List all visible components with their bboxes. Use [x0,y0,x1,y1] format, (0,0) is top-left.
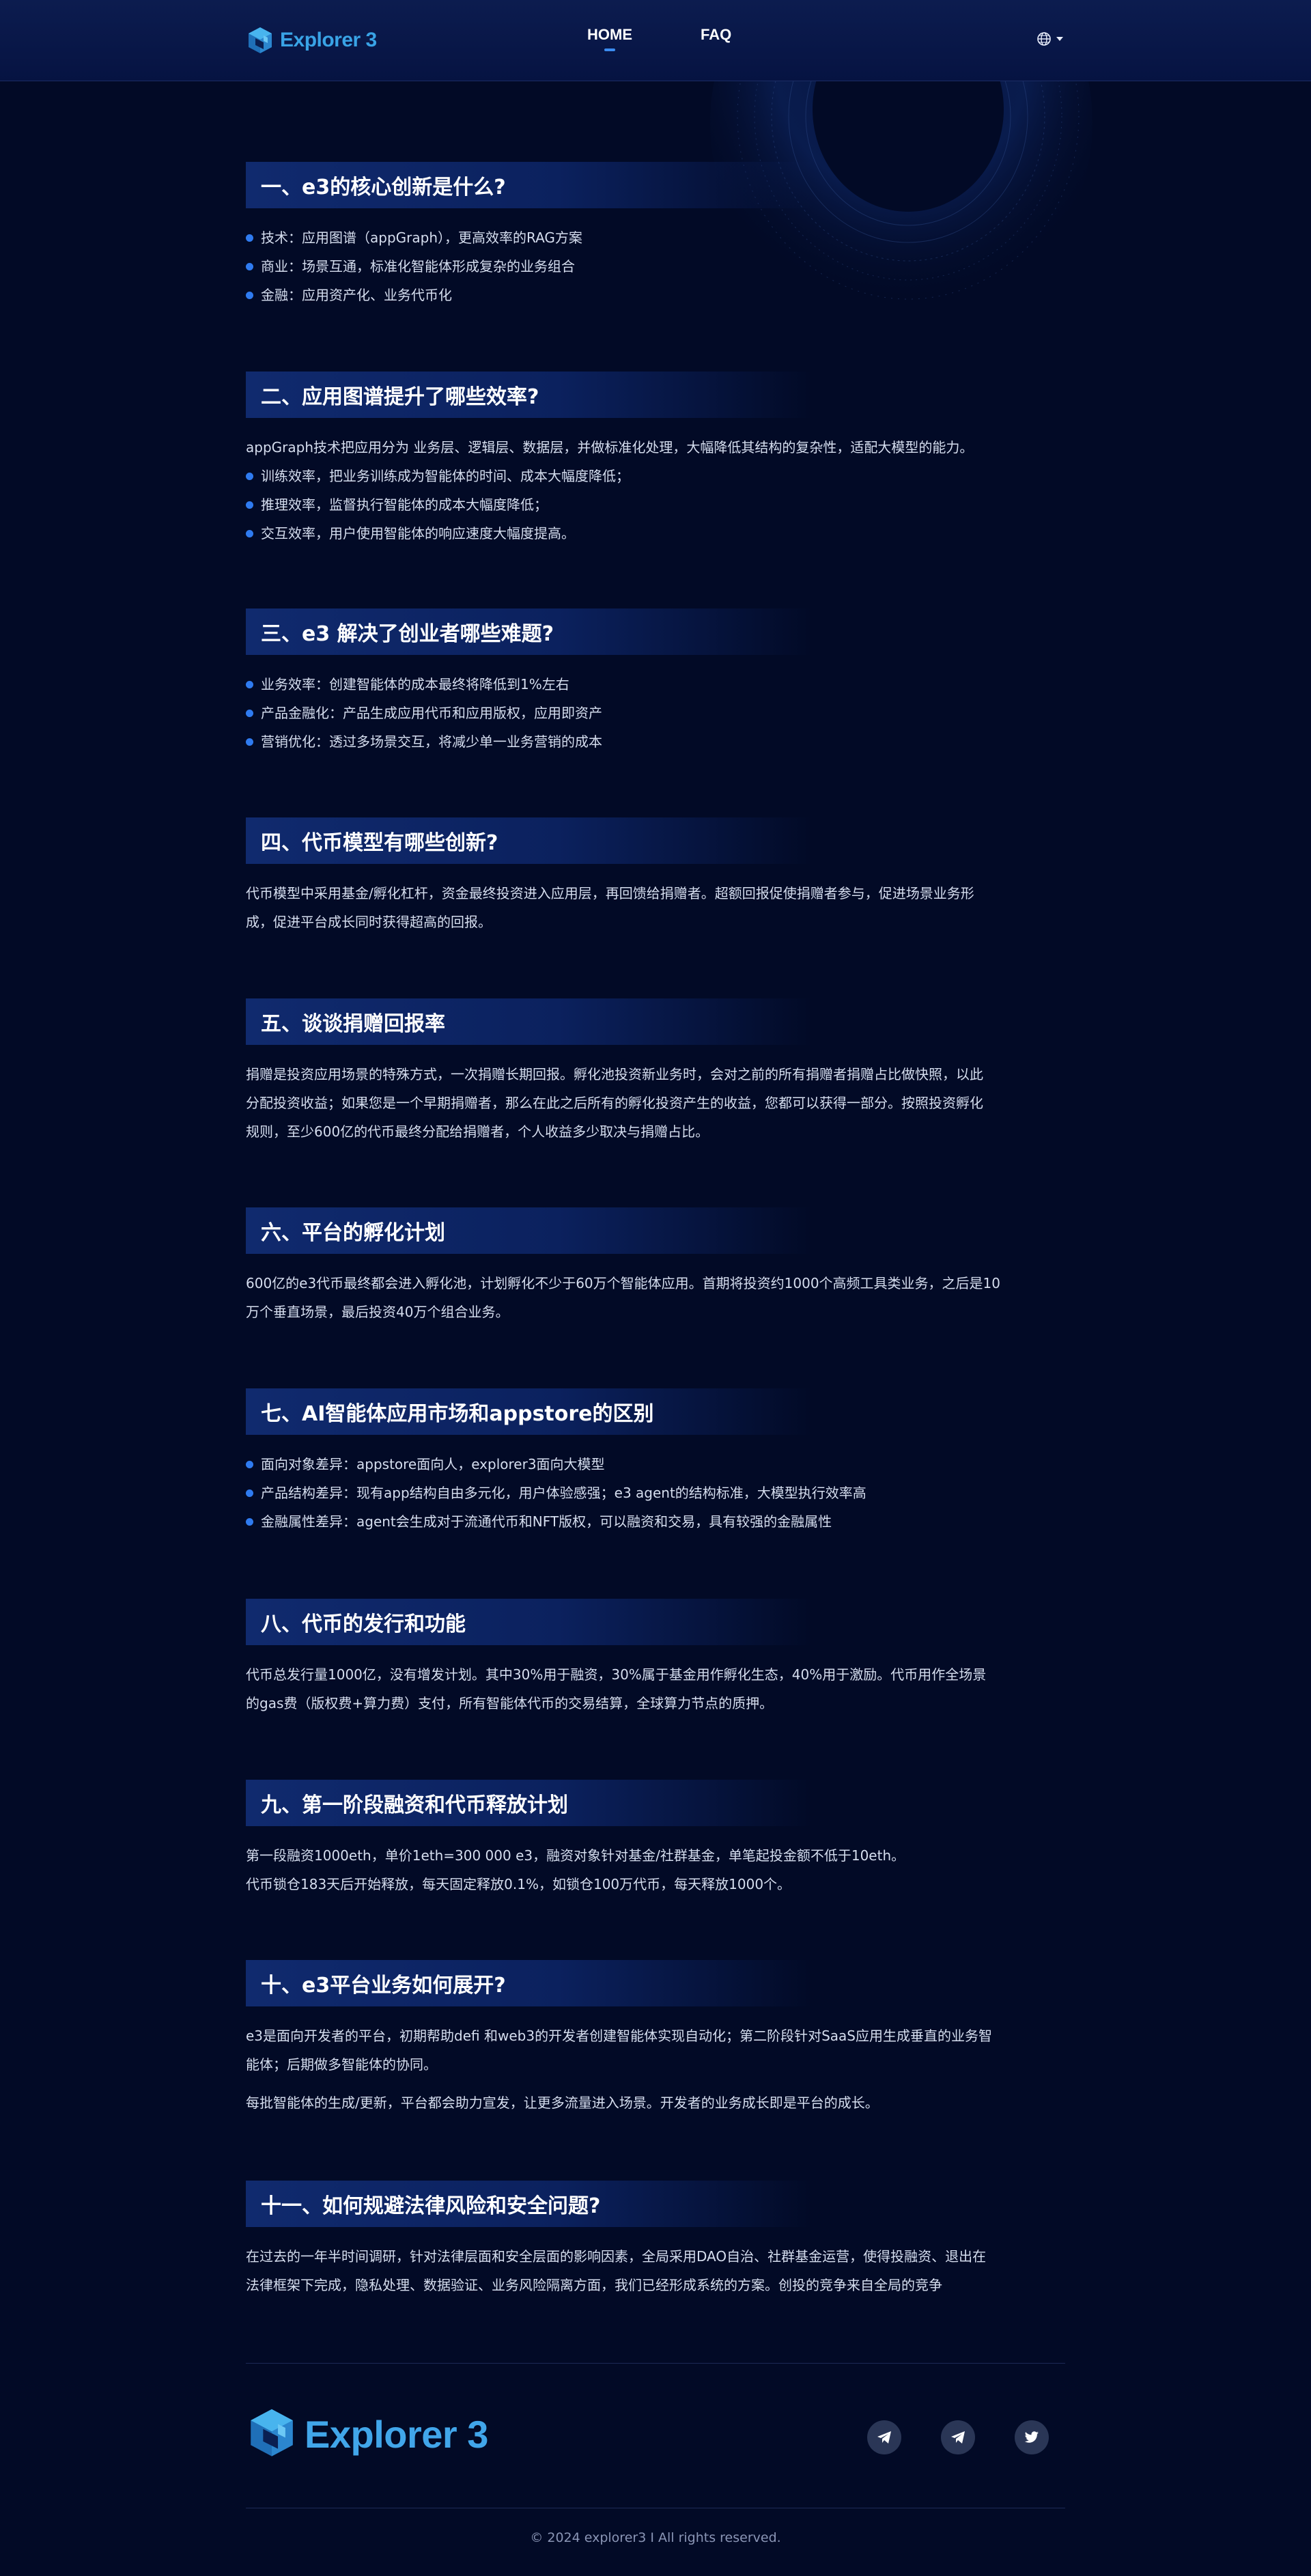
paragraph-line: e3是面向开发者的平台，初期帮助defi 和web3的开发者创建智能体实现自动化… [246,2028,992,2044]
telegram-icon [877,2431,891,2444]
faq-section: 五、谈谈捐赠回报率 捐赠是投资应用场景的特殊方式，一次捐赠长期回报。孵化池投资新… [246,998,1065,1146]
bullet-list: 面向对象差异：appstore面向人，explorer3面向大模型 产品结构差异… [246,1450,1065,1536]
language-switcher[interactable] [1037,31,1064,46]
faq-section: 九、第一阶段融资和代币释放计划 第一段融资1000eth，单价1eth=300 … [246,1780,1065,1899]
bullet-item: 交互效率，用户使用智能体的响应速度大幅度提高。 [246,519,1065,548]
nav-active-indicator [604,48,615,51]
faq-section: 六、平台的孵化计划 600亿的e3代币最终都会进入孵化池，计划孵化不少于60万个… [246,1207,1065,1326]
telegram-icon [951,2431,965,2444]
paragraph-line: 能体；后期做多智能体的协同。 [246,2056,437,2073]
paragraph-line: 第一段融资1000eth，单价1eth=300 000 e3，融资对象针对基金/… [246,1847,905,1864]
faq-section: 十一、如何规避法律风险和安全问题? 在过去的一年半时间调研，针对法律层面和安全层… [246,2181,1065,2299]
faq-section: 三、e3 解决了创业者哪些难题? 业务效率：创建智能体的成本最终将降低到1%左右… [246,608,1065,756]
paragraph-line: 每批智能体的生成/更新，平台都会助力宣发，让更多流量进入场景。开发者的业务成长即… [246,2095,879,2111]
bullet-item: 金融属性差异：agent会生成对于流通代币和NFT版权，可以融资和交易，具有较强… [246,1507,1065,1536]
cube-logo-icon [251,2409,293,2456]
paragraph-line: 成，促进平台成长同时获得超高的回报。 [246,914,492,930]
section-title: 六、平台的孵化计划 [246,1207,813,1254]
section-title: 十一、如何规避法律风险和安全问题? [246,2181,813,2227]
telegram-link[interactable] [941,2420,975,2454]
bullet-list: 训练效率，把业务训练成为智能体的时间、成本大幅度降低； 推理效率，监督执行智能体… [246,462,1065,548]
paragraph-line: 代币模型中采用基金/孵化杠杆，资金最终投资进入应用层，再回馈给捐赠者。超额回报促… [246,885,974,901]
bullet-list: 业务效率：创建智能体的成本最终将降低到1%左右 产品金融化：产品生成应用代币和应… [246,670,1065,756]
paragraph-line: 600亿的e3代币最终都会进入孵化池，计划孵化不少于60万个智能体应用。首期将投… [246,1275,1000,1291]
faq-section: 七、AI智能体应用市场和appstore的区别 面向对象差异：appstore面… [246,1388,1065,1536]
bullet-item: 训练效率，把业务训练成为智能体的时间、成本大幅度降低； [246,462,1065,490]
paragraph-line: 法律框架下完成，隐私处理、数据验证、业务风险隔离方面，我们已经形成系统的方案。创… [246,2277,942,2293]
caret-down-icon [1056,37,1063,41]
bullet-item: 面向对象差异：appstore面向人，explorer3面向大模型 [246,1450,1065,1479]
paragraph-line: 的gas费（版权费+算力费）支付，所有智能体代币的交易结算，全球算力节点的质押。 [246,1695,774,1711]
paragraph: appGraph技术把应用分为 业务层、逻辑层、数据层，并做标准化处理，大幅降低… [246,439,974,456]
paragraph-line: 在过去的一年半时间调研，针对法律层面和安全层面的影响因素，全局采用DAO自治、社… [246,2248,987,2265]
faq-section: 八、代币的发行和功能 代币总发行量1000亿，没有增发计划。其中30%用于融资，… [246,1599,1065,1718]
bullet-item: 技术：应用图谱（appGraph），更高效率的RAG方案 [246,223,1065,252]
nav-home-label: HOME [587,26,632,43]
telegram-link[interactable] [867,2420,901,2454]
cube-logo-icon [249,27,272,53]
section-title: 四、代币模型有哪些创新? [246,817,813,864]
faq-section: 四、代币模型有哪些创新? 代币模型中采用基金/孵化杠杆，资金最终投资进入应用层，… [246,817,1065,936]
paragraph-line: 代币总发行量1000亿，没有增发计划。其中30%用于融资，30%属于基金用作孵化… [246,1666,987,1683]
paragraph-line: 万个垂直场景，最后投资40万个组合业务。 [246,1304,509,1320]
section-title: 五、谈谈捐赠回报率 [246,998,813,1045]
footer-divider [246,2363,1065,2364]
bullet-item: 产品金融化：产品生成应用代币和应用版权，应用即资产 [246,699,1065,727]
twitter-icon [1024,2431,1039,2443]
bullet-item: 营销优化：透过多场景交互，将减少单一业务营销的成本 [246,727,1065,756]
bullet-item: 业务效率：创建智能体的成本最终将降低到1%左右 [246,670,1065,699]
twitter-link[interactable] [1015,2420,1049,2454]
faq-section: 二、应用图谱提升了哪些效率? appGraph技术把应用分为 业务层、逻辑层、数… [246,372,1065,548]
bullet-item: 产品结构差异：现有app结构自由多元化，用户体验感强；e3 agent的结构标准… [246,1479,1065,1507]
bullet-item: 商业：场景互通，标准化智能体形成复杂的业务组合 [246,252,1065,281]
bullet-item: 金融：应用资产化、业务代币化 [246,281,1065,309]
paragraph-line: 分配投资收益；如果您是一个早期捐赠者，那么在此之后所有的孵化投资产生的收益，您都… [246,1095,983,1111]
nav-faq-label: FAQ [701,26,732,43]
logo[interactable]: Explorer 3 [246,25,377,56]
bullet-item: 推理效率，监督执行智能体的成本大幅度降低； [246,490,1065,519]
section-title: 七、AI智能体应用市场和appstore的区别 [246,1388,813,1435]
brand-name: Explorer 3 [280,29,377,51]
nav-home[interactable]: HOME [587,26,632,51]
footer-logo[interactable]: Explorer 3 [246,2407,488,2461]
main-nav: HOME FAQ [587,26,731,51]
section-title: 一、e3的核心创新是什么? [246,162,813,208]
section-title: 九、第一阶段融资和代币释放计划 [246,1780,813,1826]
paragraph-line: 规则，至少600亿的代币最终分配给捐赠者，个人收益多少取决与捐赠占比。 [246,1123,709,1140]
bullet-list: 技术：应用图谱（appGraph），更高效率的RAG方案 商业：场景互通，标准化… [246,223,1065,309]
globe-icon [1037,32,1051,46]
faq-section: 一、e3的核心创新是什么? 技术：应用图谱（appGraph），更高效率的RAG… [246,162,1065,309]
footer-brand-name: Explorer 3 [305,2412,488,2456]
social-links [867,2420,1049,2454]
section-title: 三、e3 解决了创业者哪些难题? [246,608,813,655]
section-title: 八、代币的发行和功能 [246,1599,813,1645]
faq-section: 十、e3平台业务如何展开? e3是面向开发者的平台，初期帮助defi 和web3… [246,1960,1065,2117]
section-title: 二、应用图谱提升了哪些效率? [246,372,813,418]
paragraph-line: 代币锁仓183天后开始释放，每天固定释放0.1%，如锁仓100万代币，每天释放1… [246,1876,791,1892]
paragraph-line: 捐赠是投资应用场景的特殊方式，一次捐赠长期回报。孵化池投资新业务时，会对之前的所… [246,1066,983,1082]
nav-faq[interactable]: FAQ [701,26,731,44]
section-title: 十、e3平台业务如何展开? [246,1960,813,2006]
copyright-text: © 2024 explorer3 I All rights reserved. [530,2530,781,2545]
header: Explorer 3 HOME FAQ [0,0,1311,81]
